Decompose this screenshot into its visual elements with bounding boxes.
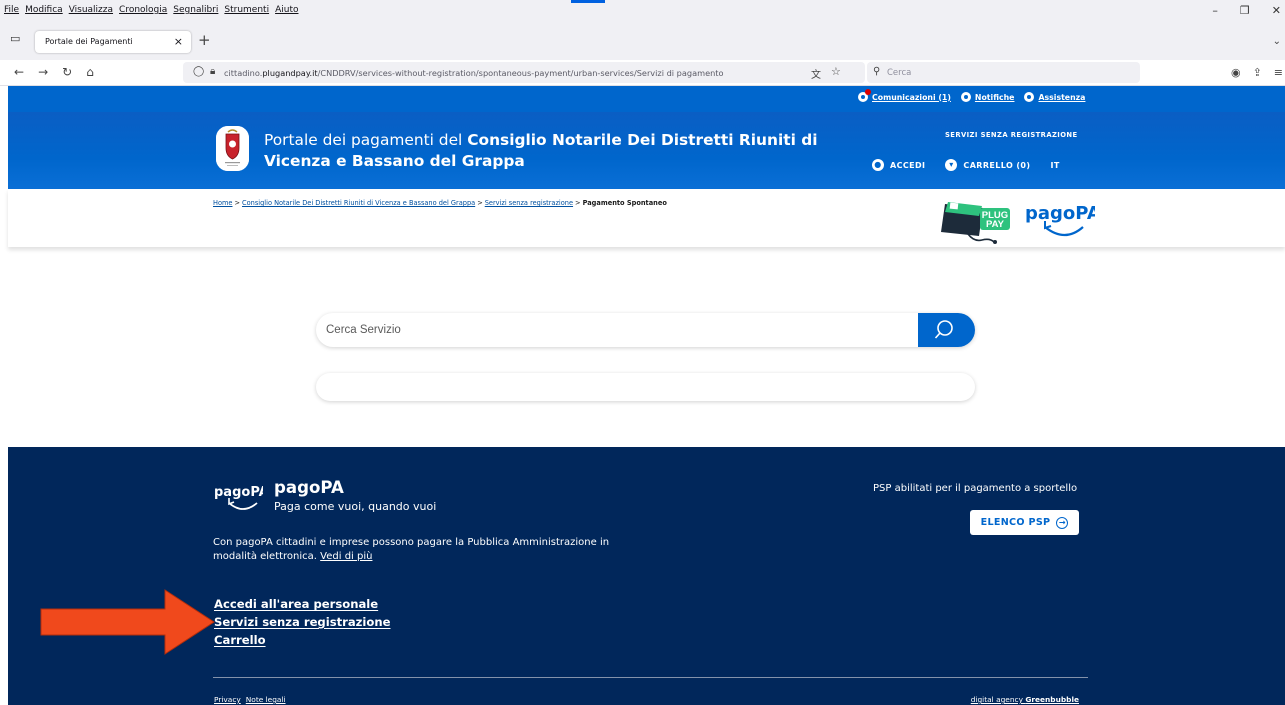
plugandpay-logo: PLUG PAY <box>941 202 1010 244</box>
menu-strumenti[interactable]: Strumenti <box>224 5 269 15</box>
magnifier-icon <box>934 320 953 339</box>
back-icon[interactable]: ← <box>14 65 24 79</box>
vedi-di-piu-link[interactable]: Vedi di più <box>320 551 372 562</box>
breadcrumb: Home > Consiglio Notarile Dei Distretti Ri… <box>213 199 667 207</box>
menu-modifica[interactable]: Modifica <box>25 5 63 15</box>
annotation-arrow <box>40 589 215 655</box>
footer-link-carrello[interactable]: Carrello <box>214 631 391 649</box>
assistenza-link[interactable]: Assistenza <box>1024 92 1085 102</box>
utility-bar: Comunicazioni (1) Notifiche Assistenza <box>8 86 1285 112</box>
footer-pagopa-logo-text: pagoPA <box>214 485 263 500</box>
footer-subtitle: Paga come vuoi, quando vuoi <box>274 500 437 513</box>
home-icon[interactable]: ⌂ <box>86 65 94 79</box>
service-select[interactable] <box>316 373 975 401</box>
browser-tabbar: ▭ <box>0 20 1285 60</box>
comunicazioni-link[interactable]: Comunicazioni (1) <box>858 89 951 102</box>
browser-menubar: File Modifica Visualizza Cronologia Segn… <box>0 0 1285 20</box>
close-window-icon[interactable]: ✕ <box>1272 4 1281 17</box>
menu-aiuto[interactable]: Aiuto <box>275 5 298 15</box>
breadcrumb-zone: Home > Consiglio Notarile Dei Distretti Ri… <box>8 189 1285 247</box>
menu-segnalibri[interactable]: Segnalibri <box>173 5 218 15</box>
pay-text: PAY <box>986 219 1005 230</box>
footer-divider <box>213 677 1088 678</box>
psp-text: PSP abilitati per il pagamento a sportel… <box>873 483 1078 494</box>
app-menu-icon[interactable]: ≡ <box>1274 66 1283 79</box>
site-footer: pagoPA pagoPA Paga come vuoi, quando vuo… <box>8 447 1285 705</box>
page-title: Portale dei pagamenti del Consiglio Nota… <box>264 131 818 170</box>
pagopa-logo-text: pagoPA <box>1025 203 1095 224</box>
breadcrumb-current: Pagamento Spontaneo <box>582 199 667 207</box>
address-bar[interactable]: ◯ 🔒︎ cittadino.plugandpay.it/CNDDRV/serv… <box>183 62 865 83</box>
breadcrumb-home[interactable]: Home <box>213 199 232 207</box>
cart-button[interactable]: ▾ CARRELLO (0) <box>945 159 1030 171</box>
footer-link-area-personale[interactable]: Accedi all'area personale <box>214 595 391 613</box>
footer-title: pagoPA <box>274 478 344 497</box>
breadcrumb-servizi[interactable]: Servizi senza registrazione <box>485 199 573 207</box>
notifiche-link[interactable]: Notifiche <box>960 92 1014 102</box>
footer-links: Accedi all'area personale Servizi senza … <box>214 595 391 649</box>
minimize-icon[interactable]: – <box>1212 4 1218 17</box>
search-button[interactable] <box>918 313 975 347</box>
browser-tab[interactable]: Portale dei Pagamenti × <box>35 31 191 53</box>
user-icon: ● <box>872 159 884 171</box>
site-header: Portale dei pagamenti del Consiglio Nota… <box>8 112 1285 189</box>
share-icon[interactable]: ⇪ <box>1253 66 1262 79</box>
footer-pagopa-logo: pagoPA <box>214 485 263 510</box>
menu-file[interactable]: File <box>4 5 19 15</box>
language-selector[interactable]: IT <box>1050 159 1059 171</box>
forward-icon[interactable]: → <box>38 65 48 79</box>
new-tab-icon[interactable]: + <box>198 31 211 49</box>
footer-description: Con pagoPA cittadini e imprese possono p… <box>213 537 610 562</box>
ente-logo[interactable] <box>216 126 249 171</box>
bell-icon <box>960 92 971 102</box>
reload-icon[interactable]: ↻ <box>62 65 72 79</box>
menu-visualizza[interactable]: Visualizza <box>69 5 113 15</box>
service-search <box>316 313 975 347</box>
tab-title: Portale dei Pagamenti <box>45 37 133 46</box>
tab-list-icon[interactable]: ▭ <box>10 32 20 45</box>
agency-credit[interactable]: digital agency Greenbubble <box>971 695 1079 704</box>
services-without-registration-label[interactable]: SERVIZI SENZA REGISTRAZIONE <box>945 131 1078 139</box>
browser-search-placeholder: Cerca <box>887 68 912 78</box>
search-input[interactable] <box>316 313 916 347</box>
breadcrumb-ente[interactable]: Consiglio Notarile Dei Distretti Riuniti… <box>242 199 475 207</box>
account-icon[interactable]: ◉ <box>1231 66 1241 79</box>
focus-accent <box>571 0 605 3</box>
note-legali-link[interactable]: Note legali <box>246 695 286 704</box>
url-text: cittadino.plugandpay.it/CNDDRV/services-… <box>224 68 724 78</box>
translate-icon[interactable]: 文 <box>811 66 821 81</box>
privacy-link[interactable]: Privacy <box>214 695 241 704</box>
arrow-right-icon: → <box>1056 516 1069 529</box>
search-icon: ⚲ <box>873 66 881 77</box>
menu-cronologia[interactable]: Cronologia <box>119 5 167 15</box>
restore-icon[interactable]: ❐ <box>1240 4 1250 17</box>
chat-bubble-icon <box>858 89 871 102</box>
cart-icon: ▾ <box>945 159 958 171</box>
pagopa-logo: pagoPA <box>1025 203 1095 237</box>
tracking-shield-icon[interactable]: ◯ <box>193 66 204 77</box>
tab-overflow-chevron-icon[interactable]: ⌄ <box>1273 36 1281 47</box>
login-button[interactable]: ● ACCEDI <box>872 159 925 171</box>
legal-links: Privacy Note legali <box>214 695 286 704</box>
elenco-psp-button[interactable]: ELENCO PSP → <box>970 510 1079 535</box>
help-icon <box>1024 92 1035 102</box>
tab-close-icon[interactable]: × <box>174 35 183 48</box>
lock-icon[interactable]: 🔒︎ <box>210 66 215 77</box>
footer-link-servizi-senza-registrazione[interactable]: Servizi senza registrazione <box>214 613 391 631</box>
browser-search-field[interactable]: ⚲ Cerca <box>867 62 1140 83</box>
bookmark-star-icon[interactable]: ☆ <box>831 65 841 78</box>
